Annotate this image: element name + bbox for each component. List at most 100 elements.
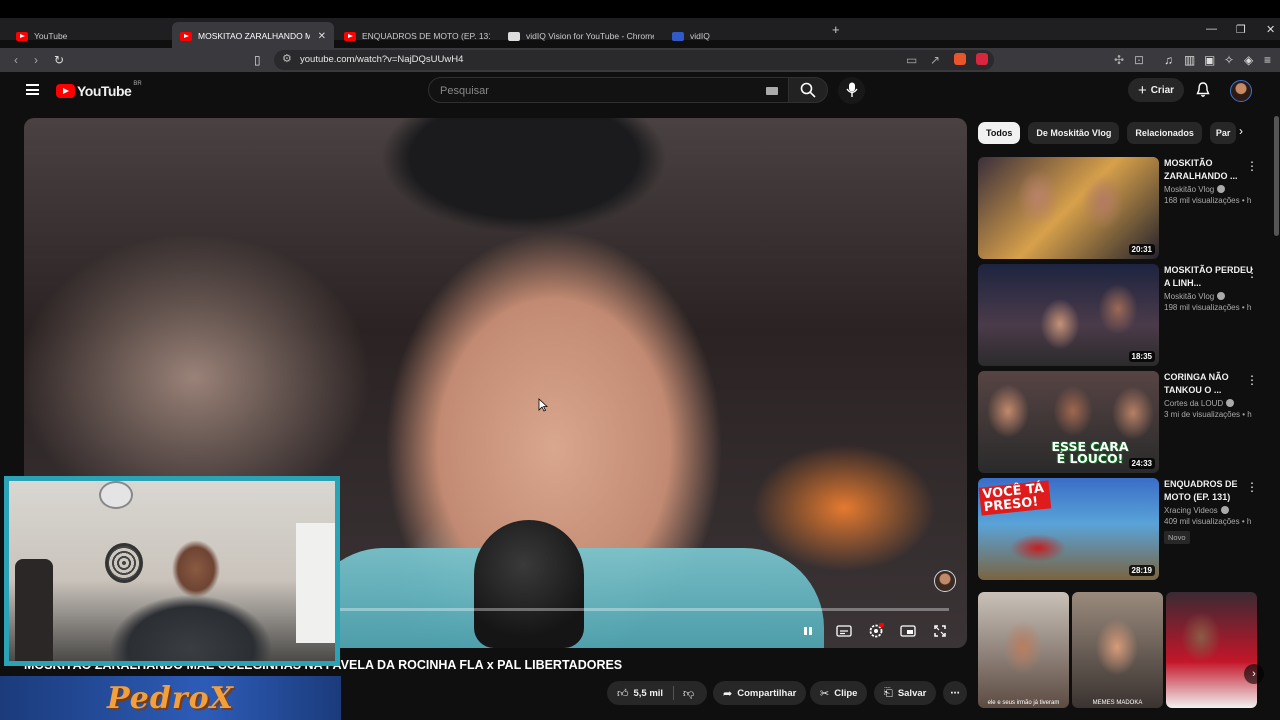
save-button[interactable]: ⎗ Salvar (874, 681, 937, 705)
browser-tab[interactable]: YouTube (8, 22, 170, 50)
mouse-cursor-icon (538, 398, 548, 412)
short-item[interactable] (1166, 592, 1257, 708)
tab-search-icon[interactable]: ⊡ (1134, 52, 1144, 68)
search-input[interactable]: Pesquisar (428, 77, 789, 103)
tab-label: ENQUADROS DE MOTO (EP. 131) - Yo (362, 31, 490, 41)
close-window-icon[interactable]: ✕ (1266, 23, 1275, 36)
search-button[interactable] (788, 77, 828, 103)
bookmark-save-icon: ⎗ (884, 686, 893, 699)
short-item[interactable]: MEMES MADOKA (1072, 592, 1163, 708)
cast-icon[interactable]: ▭ (906, 52, 917, 68)
reload-icon[interactable]: ↻ (54, 52, 64, 68)
subtitles-icon[interactable] (833, 620, 855, 642)
recommendation-title[interactable]: ENQUADROS DE MOTO (EP. 131) (1164, 478, 1254, 504)
more-vertical-icon[interactable]: ⋮ (1246, 373, 1258, 387)
chip-channel[interactable]: De Moskitão Vlog (1028, 122, 1120, 144)
settings-gear-icon[interactable] (865, 620, 887, 642)
recommendation-item[interactable]: 20:31 MOSKITÃO ZARALHANDO ... Moskitão V… (978, 157, 1268, 259)
youtube-logo[interactable]: YouTube BR (56, 81, 142, 99)
youtube-icon (16, 31, 28, 41)
video-frame-cap (344, 118, 704, 318)
share-button[interactable]: ➦ Compartilhar (713, 681, 807, 705)
minimize-icon[interactable]: — (1206, 23, 1217, 35)
chevron-right-icon[interactable]: › (1232, 124, 1250, 142)
recommendation-title[interactable]: MOSKITÃO ZARALHANDO ... (1164, 157, 1254, 183)
chip-todos[interactable]: Todos (978, 122, 1021, 144)
extensions-icon[interactable]: ✣ (1114, 52, 1124, 68)
browser-tab[interactable]: vidIQ (664, 22, 826, 50)
fullscreen-icon[interactable] (929, 620, 951, 642)
brave-shield-icon[interactable] (954, 53, 966, 65)
channel-name[interactable]: Moskitão Vlog (1164, 292, 1214, 301)
clip-label: Clipe (834, 687, 858, 699)
account-avatar[interactable] (1230, 80, 1252, 102)
like-button[interactable]: 👍︎ 5,5 mil (607, 681, 673, 705)
video-duration: 20:31 (1128, 244, 1155, 255)
menu-icon[interactable]: ≡ (1264, 52, 1271, 68)
wallet-icon[interactable]: ▣ (1204, 52, 1215, 68)
verified-icon (1217, 185, 1226, 193)
view-count: 198 mil visualizações • h (1164, 303, 1252, 312)
voice-search-button[interactable] (838, 77, 865, 104)
shorts-shelf: ele e seus irmão já tiveram MEMES MADOKA (978, 592, 1268, 708)
recommendation-item[interactable]: 18:35 MOSKITÃO PERDEU A LINH... Moskitão… (978, 264, 1268, 366)
browser-tab-active[interactable]: MOSKITAO ZARALHANDO MÃE ✕ (172, 22, 334, 50)
channel-watermark[interactable] (934, 570, 956, 592)
tab-label: vidIQ Vision for YouTube - Chrome W (526, 31, 654, 41)
more-actions-button[interactable]: ⋯ (943, 681, 967, 705)
forward-icon[interactable]: › (34, 52, 38, 68)
media-icon[interactable]: ♫ (1164, 52, 1173, 68)
channel-name[interactable]: Moskitão Vlog (1164, 185, 1214, 194)
window (296, 523, 335, 643)
browser-toolbar: ‹ › ↻ ▯ ⚙ youtube.com/watch?v=NajDQsUUwH… (0, 48, 1280, 72)
hamburger-menu-icon[interactable] (26, 84, 39, 95)
verified-icon (1220, 506, 1229, 514)
create-label: Criar (1150, 84, 1175, 96)
notifications-bell-icon[interactable] (1196, 82, 1210, 98)
channel-name[interactable]: Xracing Videos (1164, 506, 1218, 515)
restore-icon[interactable]: ❐ (1236, 23, 1246, 36)
close-tab-icon[interactable]: ✕ (318, 31, 326, 42)
video-duration: 28:19 (1128, 565, 1155, 576)
leo-icon[interactable]: ✧ (1224, 52, 1234, 68)
back-icon[interactable]: ‹ (14, 52, 18, 68)
recommendation-item[interactable]: ESSE CARA É LOUCO! 24:33 CORINGA NÃO TAN… (978, 371, 1268, 473)
chevron-right-icon[interactable]: › (1244, 664, 1264, 684)
video-thumbnail[interactable]: 18:35 (978, 264, 1159, 366)
channel-name[interactable]: Cortes da LOUD (1164, 399, 1223, 408)
recommendation-title[interactable]: MOSKITÃO PERDEU A LINH... (1164, 264, 1254, 290)
clip-button[interactable]: ✂ Clipe (810, 681, 868, 705)
page-scrollbar[interactable] (1274, 116, 1279, 236)
browser-tab[interactable]: ENQUADROS DE MOTO (EP. 131) - Yo (336, 22, 498, 50)
pause-icon[interactable] (797, 620, 819, 642)
address-bar[interactable]: ⚙ youtube.com/watch?v=NajDQsUUwH4 (274, 50, 994, 70)
vpn-icon[interactable]: ◈ (1244, 52, 1253, 68)
youtube-icon (344, 31, 356, 41)
filter-chips: Todos De Moskitão Vlog Relacionados Par (978, 122, 1236, 144)
browser-tab[interactable]: vidIQ Vision for YouTube - Chrome W (500, 22, 662, 50)
short-item[interactable]: ele e seus irmão já tiveram (978, 592, 1069, 708)
site-info-icon[interactable]: ⚙ (282, 52, 292, 65)
share-icon: ➦ (723, 687, 733, 700)
dislike-button[interactable]: 👎︎ (677, 681, 700, 705)
recommendation-title[interactable]: CORINGA NÃO TANKOU O ... (1164, 371, 1254, 397)
video-thumbnail[interactable]: ESSE CARA É LOUCO! 24:33 (978, 371, 1159, 473)
thumbnail-overlay-text: VOCÊ TÁ PRESO! (978, 480, 1052, 516)
more-vertical-icon[interactable]: ⋮ (1246, 159, 1258, 173)
share-page-icon[interactable]: ↗ (930, 52, 940, 68)
miniplayer-icon[interactable] (897, 620, 919, 642)
video-thumbnail[interactable]: VOCÊ TÁ PRESO! 28:19 (978, 478, 1159, 580)
save-label: Salvar (897, 687, 927, 699)
more-vertical-icon[interactable]: ⋮ (1246, 480, 1258, 494)
recommendation-item[interactable]: VOCÊ TÁ PRESO! 28:19 ENQUADROS DE MOTO (… (978, 478, 1268, 580)
url-text: youtube.com/watch?v=NajDQsUUwH4 (300, 54, 464, 65)
sidebar-icon[interactable]: ▥ (1184, 52, 1195, 68)
more-vertical-icon[interactable]: ⋮ (1246, 266, 1258, 280)
bookmark-icon[interactable]: ▯ (254, 52, 261, 68)
chip-related[interactable]: Relacionados (1127, 122, 1202, 144)
rewards-icon[interactable] (976, 53, 988, 65)
keyboard-icon[interactable] (766, 87, 778, 95)
create-button[interactable]: + Criar (1128, 78, 1184, 102)
video-thumbnail[interactable]: 20:31 (978, 157, 1159, 259)
new-tab-icon[interactable]: + (832, 22, 840, 37)
